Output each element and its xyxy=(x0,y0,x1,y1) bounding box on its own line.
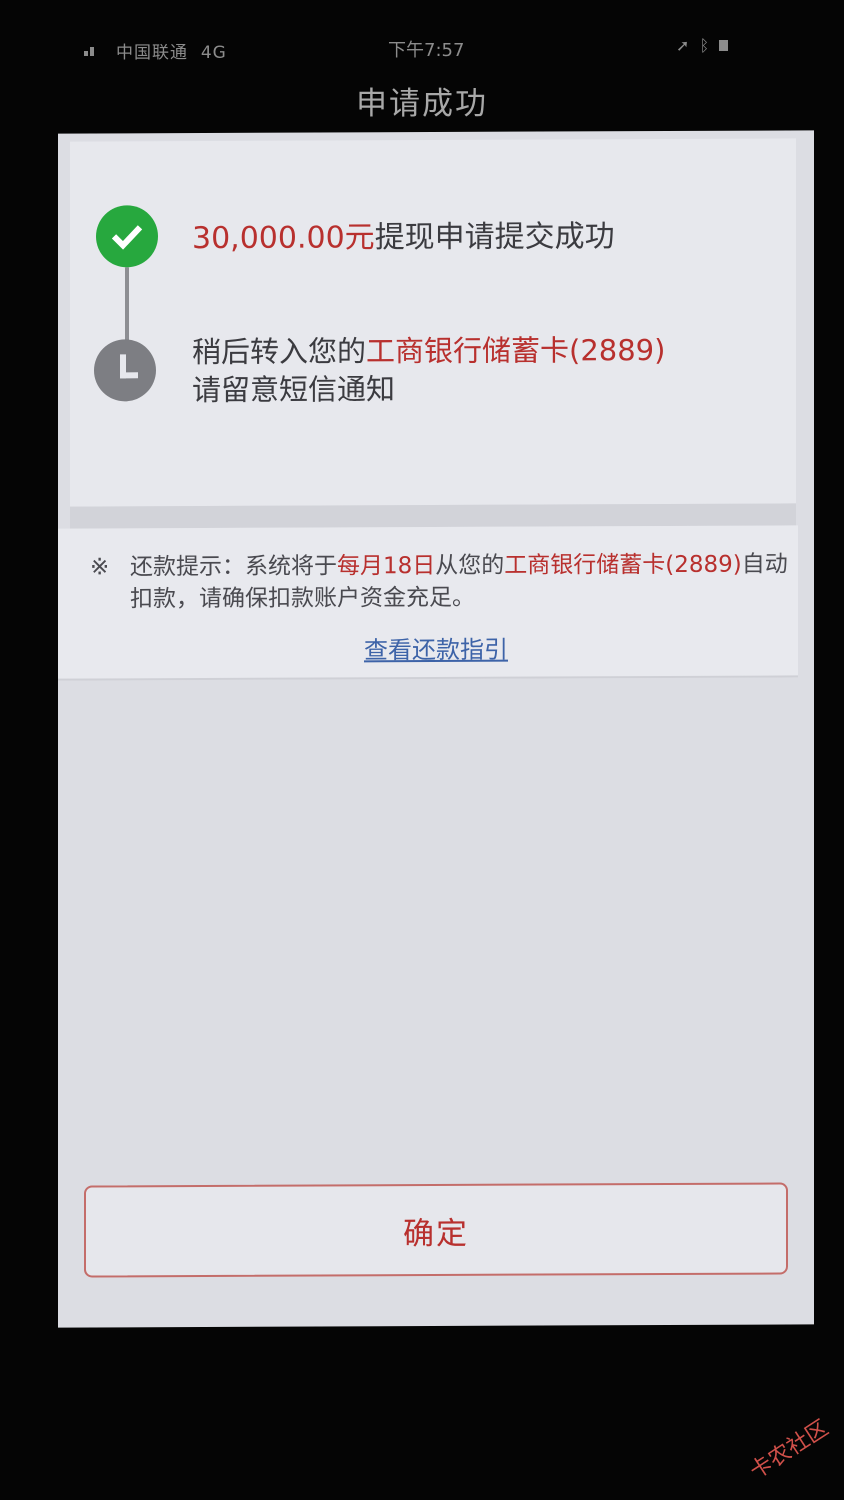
bank-card: 工商银行储蓄卡(2889) xyxy=(366,332,666,369)
progress-card xyxy=(70,138,796,507)
step-submitted: 30,000.00元提现申请提交成功 xyxy=(192,211,615,257)
status-bar: 中国联通 4G 下午7:57 ➚ ᛒ xyxy=(0,30,844,66)
repayment-guide-link[interactable]: 查看还款指引 xyxy=(58,628,814,666)
status-time: 下午7:57 xyxy=(388,40,465,61)
main-screen: 30,000.00元提现申请提交成功 稍后转入您的工商银行储蓄卡(2889) 请… xyxy=(58,130,814,1328)
battery-icon xyxy=(719,40,729,51)
location-icon: ➚ xyxy=(676,36,690,55)
success-check-icon xyxy=(96,205,158,268)
carrier-label: 中国联通 4G xyxy=(116,43,227,63)
clock-icon xyxy=(94,339,156,402)
tip-bank: 工商银行储蓄卡(2889) xyxy=(504,551,742,579)
watermark: 卡农社区 xyxy=(745,1415,834,1485)
tip-date: 每月18日 xyxy=(337,553,436,580)
status-icons: ➚ ᛒ xyxy=(676,36,729,55)
step-submitted-text: 提现申请提交成功 xyxy=(374,219,615,256)
page-title: 申请成功 xyxy=(356,86,488,122)
bluetooth-icon: ᛒ xyxy=(699,36,710,55)
step-transfer: 稍后转入您的工商银行储蓄卡(2889) 请留意短信通知 xyxy=(192,331,665,409)
tip-label: 还款提示：系统将于 xyxy=(130,553,337,581)
note-mark: ※ xyxy=(90,554,110,581)
divider xyxy=(70,503,796,529)
signal-icon xyxy=(84,46,98,56)
tip-mid: 从您的 xyxy=(435,552,505,580)
step-connector xyxy=(125,267,129,344)
step-transfer-prefix: 稍后转入您的 xyxy=(192,334,367,370)
confirm-button[interactable]: 确定 xyxy=(84,1182,788,1278)
sms-notice: 请留意短信通知 xyxy=(192,372,396,408)
withdraw-amount: 30,000.00元 xyxy=(192,220,375,257)
